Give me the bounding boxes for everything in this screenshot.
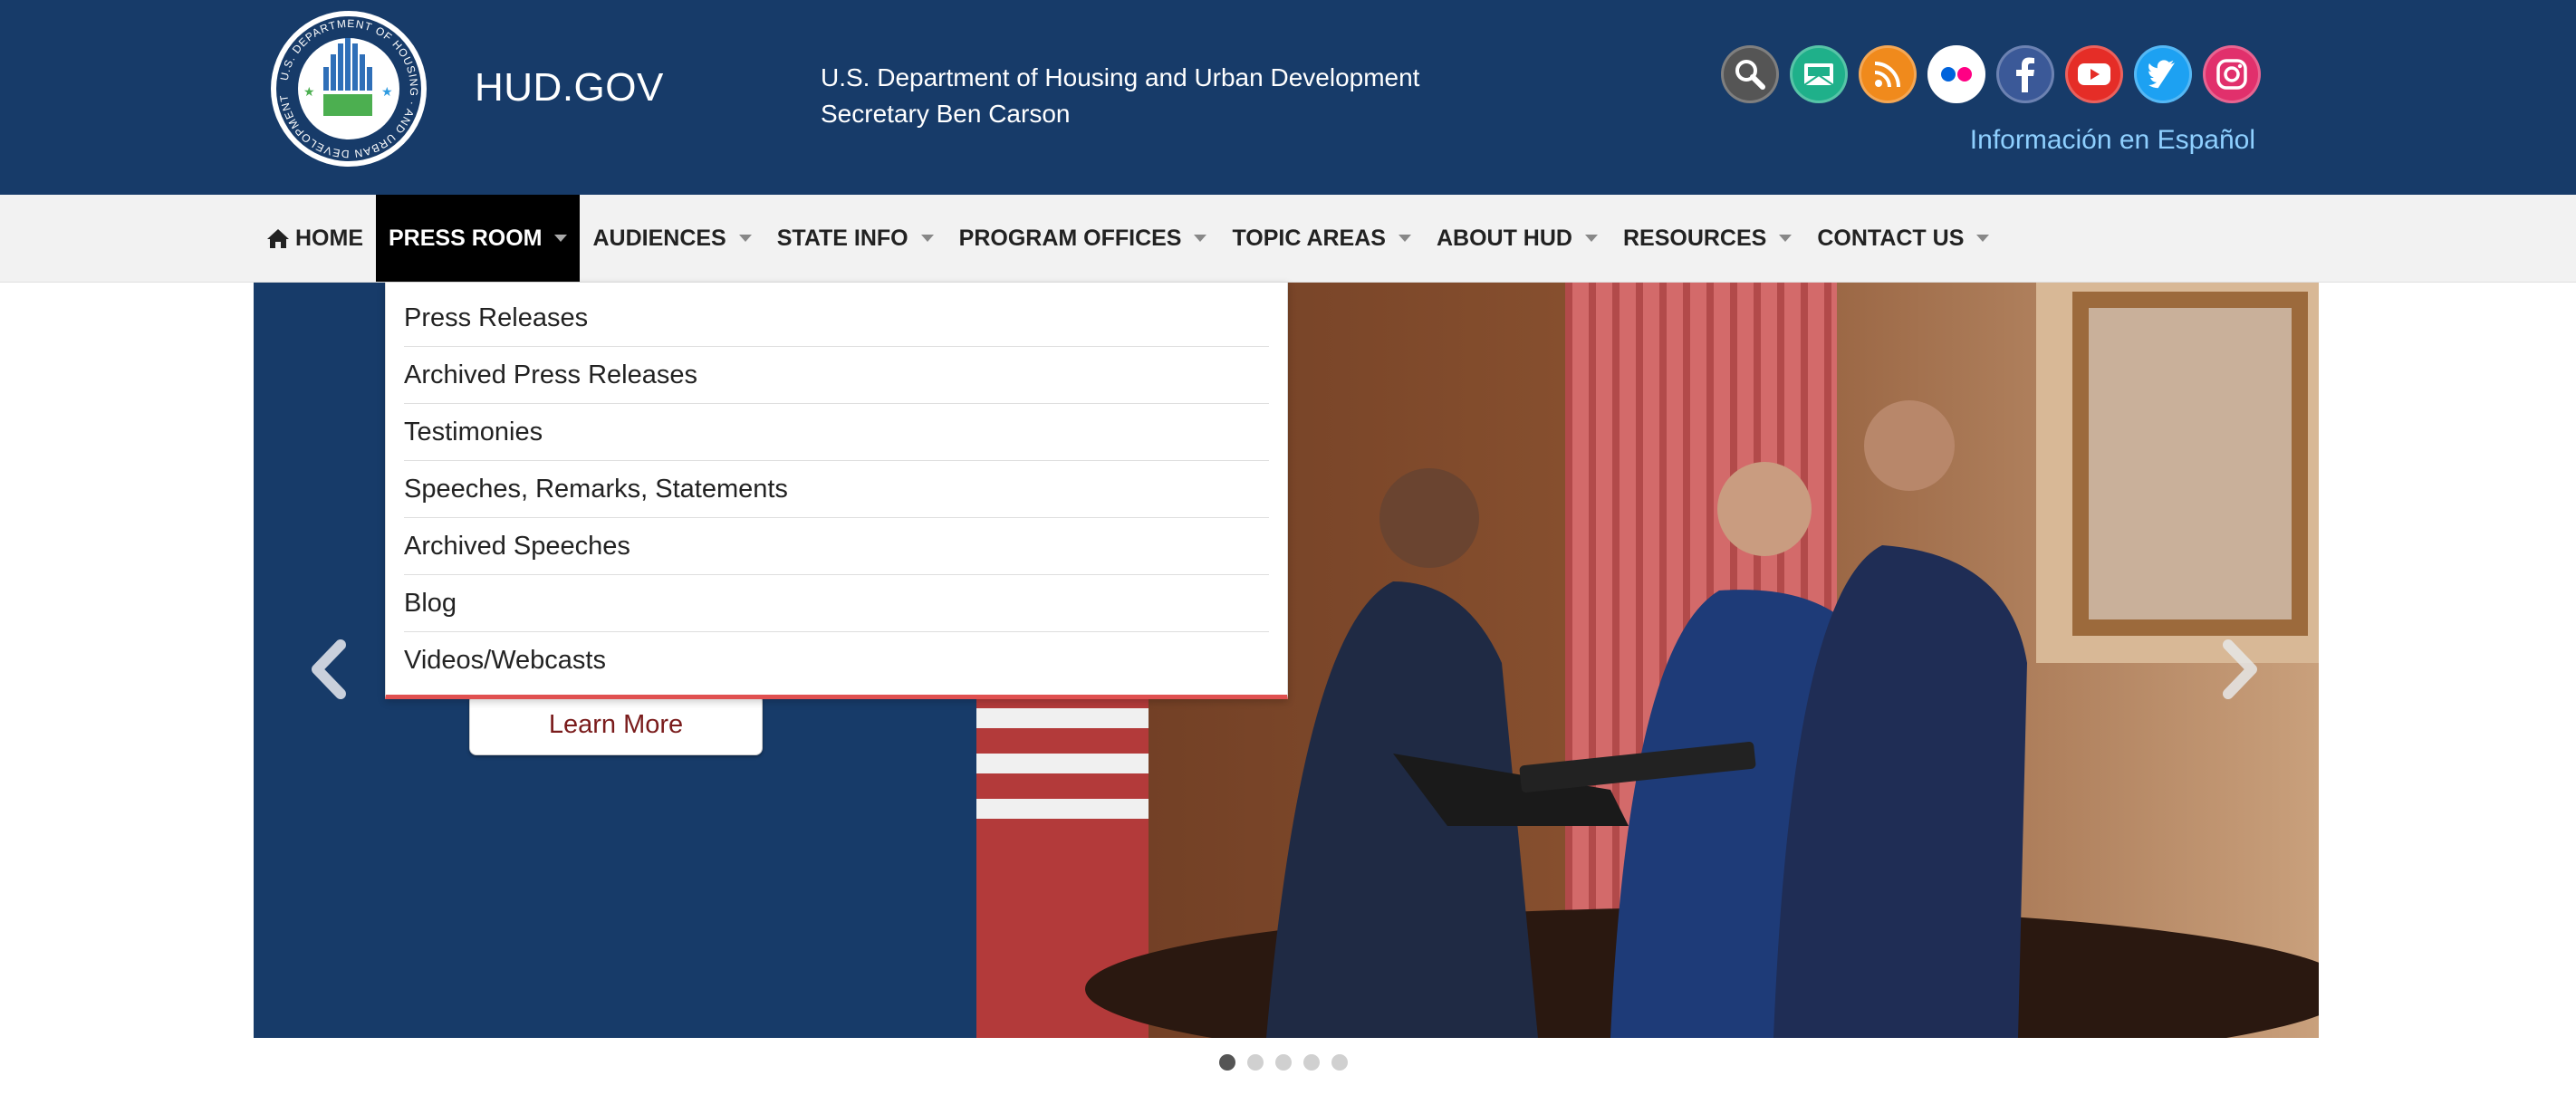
twitter-icon[interactable] [2134,45,2192,103]
chevron-down-icon [554,235,568,242]
email-updates-icon[interactable] [1790,45,1848,103]
chevron-down-icon [738,235,752,242]
hud-seal-logo[interactable]: U.S. DEPARTMENT OF HOUSING · AND URBAN D… [267,7,430,170]
nav-item-label: STATE INFO [776,225,908,251]
facebook-icon[interactable] [1996,45,2054,103]
chevron-down-icon [1398,235,1411,242]
menu-item-blog[interactable]: Blog [404,575,1269,632]
nav-item-label: AUDIENCES [592,225,726,251]
chevron-down-icon [1976,235,1990,242]
menu-item-archived-speeches[interactable]: Archived Speeches [404,518,1269,575]
nav-item-about-hud[interactable]: ABOUT HUD [1424,195,1610,282]
social-icons [1721,45,2261,103]
nav-item-label: CONTACT US [1817,225,1965,251]
carousel-indicators [1219,1054,1348,1071]
youtube-icon[interactable] [2065,45,2123,103]
carousel-prev-icon[interactable] [306,638,351,701]
nav-item-audiences[interactable]: AUDIENCES [580,195,764,282]
nav-item-program-offices[interactable]: PROGRAM OFFICES [947,195,1220,282]
svg-text:★: ★ [381,84,393,99]
site-title[interactable]: HUD.GOV [475,65,664,110]
nav-item-home[interactable]: HOME [254,195,376,282]
menu-item-speeches-remarks-statements[interactable]: Speeches, Remarks, Statements [404,461,1269,518]
main-navigation: HOME PRESS ROOM AUDIENCES STATE INFO PRO… [0,195,2576,283]
menu-item-testimonies[interactable]: Testimonies [404,404,1269,461]
carousel-dot-4[interactable] [1303,1054,1320,1071]
carousel-dot-2[interactable] [1247,1054,1264,1071]
chevron-down-icon [1584,235,1598,242]
carousel-dot-1[interactable] [1219,1054,1235,1071]
carousel-dot-5[interactable] [1331,1054,1348,1071]
menu-item-videos-webcasts[interactable]: Videos/Webcasts [404,632,1269,688]
search-icon[interactable] [1721,45,1779,103]
instagram-icon[interactable] [2203,45,2261,103]
nav-item-label: HOME [295,225,363,251]
nav-item-label: RESOURCES [1622,225,1767,251]
secretary-name: Secretary Ben Carson [821,100,1071,128]
flickr-icon[interactable] [1927,45,1985,103]
spanish-info-link[interactable]: Información en Español [1970,125,2255,156]
menu-item-archived-press-releases[interactable]: Archived Press Releases [404,347,1269,404]
site-header: U.S. DEPARTMENT OF HOUSING · AND URBAN D… [0,0,2576,195]
chevron-down-icon [1194,235,1207,242]
nav-item-press-room[interactable]: PRESS ROOM [376,195,581,282]
nav-item-contact-us[interactable]: CONTACT US [1804,195,2002,282]
chevron-down-icon [1779,235,1793,242]
rss-icon[interactable] [1859,45,1917,103]
press-room-dropdown-menu: Press Releases Archived Press Releases T… [385,282,1288,699]
learn-more-button[interactable]: Learn More [469,694,763,755]
nav-item-label: ABOUT HUD [1436,225,1572,251]
department-info: U.S. Department of Housing and Urban Dev… [821,60,1419,132]
nav-item-label: PROGRAM OFFICES [958,225,1182,251]
menu-item-press-releases[interactable]: Press Releases [404,290,1269,347]
nav-item-label: PRESS ROOM [389,225,543,251]
nav-item-state-info[interactable]: STATE INFO [764,195,947,282]
carousel-dot-3[interactable] [1275,1054,1292,1071]
svg-text:★: ★ [303,84,315,99]
home-icon [266,227,290,249]
chevron-down-icon [920,235,934,242]
carousel-next-icon[interactable] [2217,638,2263,701]
nav-item-label: TOPIC AREAS [1232,225,1386,251]
nav-item-resources[interactable]: RESOURCES [1610,195,1804,282]
department-name: U.S. Department of Housing and Urban Dev… [821,63,1420,91]
nav-item-topic-areas[interactable]: TOPIC AREAS [1219,195,1423,282]
